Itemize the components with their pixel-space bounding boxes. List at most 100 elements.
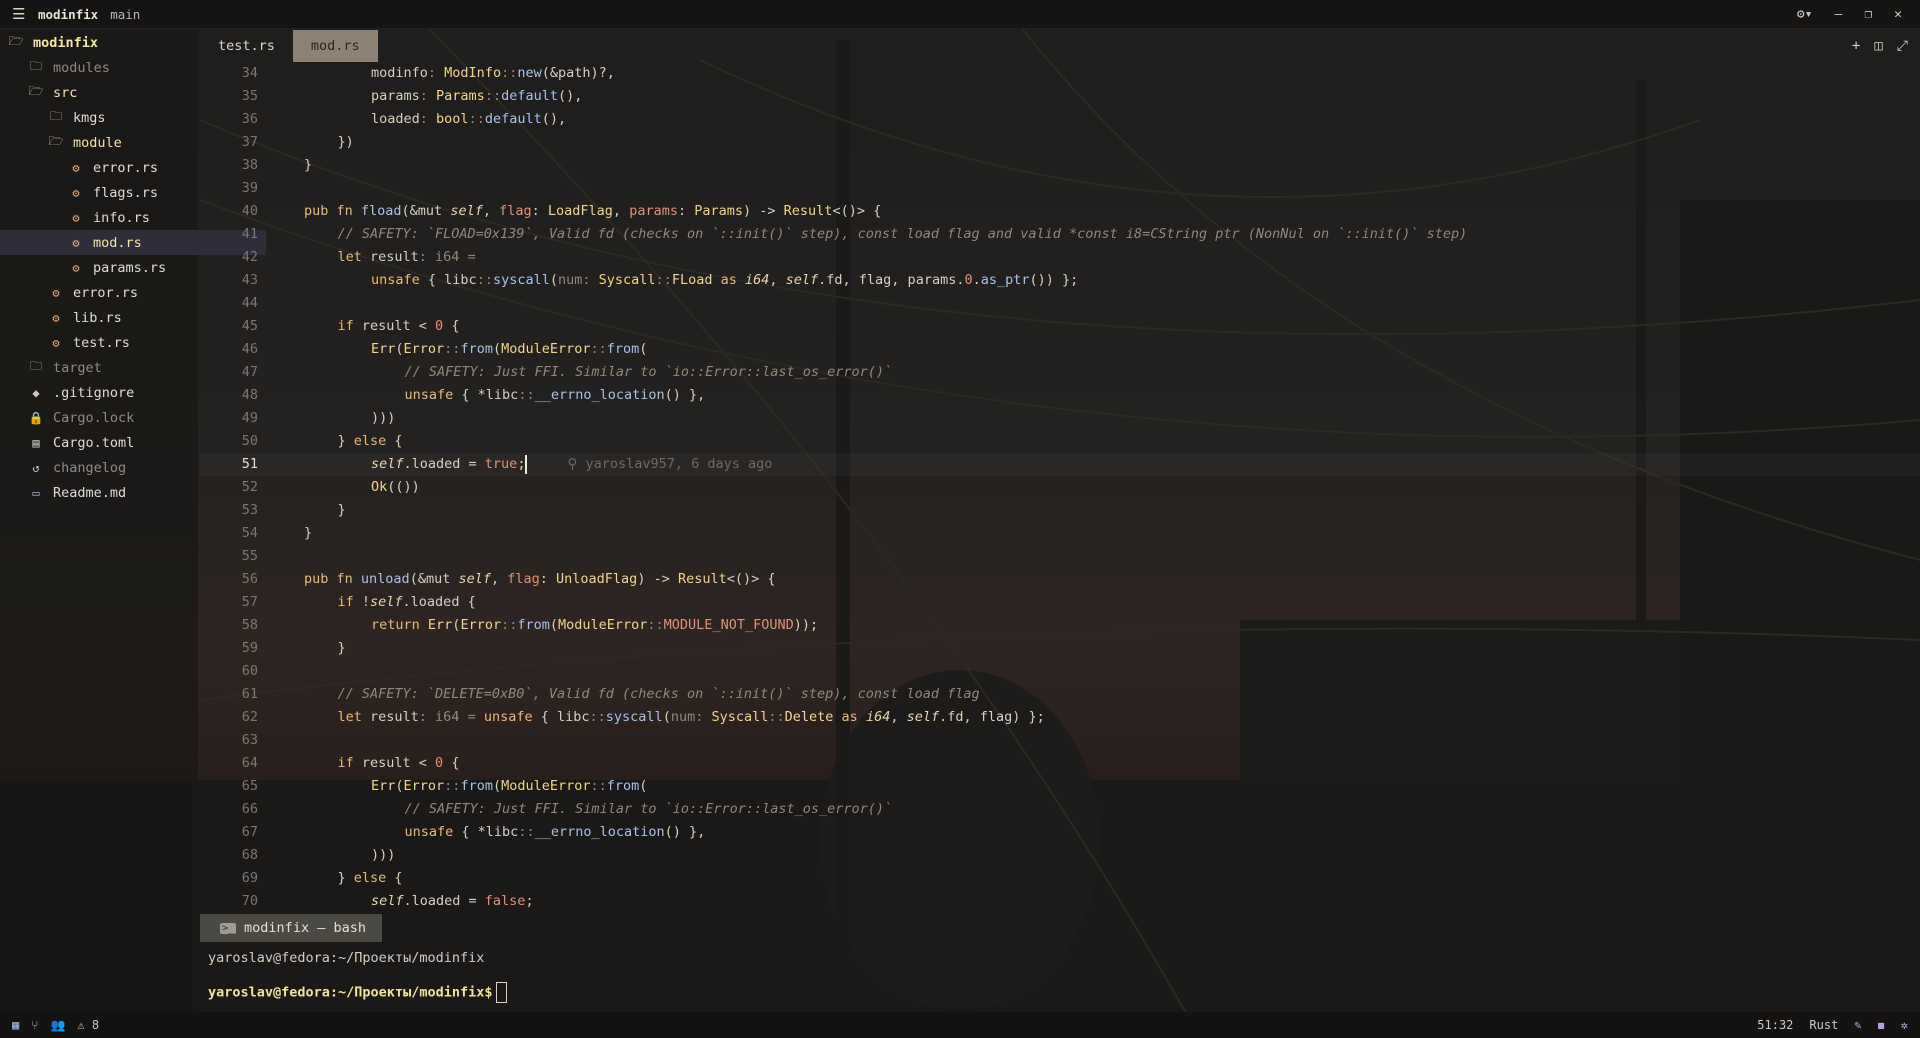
code-token: :: xyxy=(518,824,535,840)
line-number: 42 xyxy=(241,249,258,265)
code-line[interactable]: 62 let result: i64 = unsafe { libc::sysca… xyxy=(200,706,1920,729)
code-line[interactable]: 59} xyxy=(200,637,1920,660)
tree-item-gitignore[interactable]: ◆ .gitignore xyxy=(0,380,226,405)
tree-item-label: test.rs xyxy=(73,334,130,351)
code-line[interactable]: 44 xyxy=(200,292,1920,315)
git-branch-icon[interactable]: ⑂ xyxy=(31,1018,38,1032)
code-line[interactable]: 45 if result < 0 { xyxy=(200,315,1920,338)
code-line[interactable]: 49))) xyxy=(200,407,1920,430)
code-text: modinfo: ModInfo::new(&path)?, xyxy=(371,62,615,85)
code-line[interactable]: 40 pub fn fload(&mut self, flag: LoadFlag… xyxy=(200,200,1920,223)
code-line[interactable]: 36 loaded: bool::default(), xyxy=(200,108,1920,131)
tree-item-readme-md[interactable]: ▭ Readme.md xyxy=(0,480,226,505)
code-token: Params xyxy=(694,203,744,219)
code-token: from xyxy=(460,778,493,794)
line-number: 68 xyxy=(241,847,258,863)
code-line[interactable]: 65 Err(Error::from(ModuleError::from( xyxy=(200,775,1920,798)
code-line[interactable]: 55 xyxy=(200,545,1920,568)
code-line[interactable]: 38} xyxy=(200,154,1920,177)
code-line[interactable]: 68))) xyxy=(200,844,1920,867)
tree-item-modinfix[interactable]: 🗁 modinfix xyxy=(0,30,206,55)
code-line[interactable]: 46 Err(Error::from(ModuleError::from( xyxy=(200,338,1920,361)
settings-gear-icon[interactable]: ⚙▾ xyxy=(1797,7,1813,22)
tab-mod-rs[interactable]: mod.rs xyxy=(292,30,378,62)
tree-item-modules[interactable]: 🗀 modules xyxy=(0,55,226,80)
code-token: :: xyxy=(590,778,607,794)
code-text: } else { xyxy=(338,430,403,453)
terminal-prompt-line[interactable]: yaroslav@fedora:~/Проекты/modinfix$ xyxy=(208,982,508,1003)
language-selector[interactable]: Rust xyxy=(1809,1018,1838,1032)
code-line[interactable]: 53} xyxy=(200,499,1920,522)
close-icon[interactable]: ✕ xyxy=(1894,7,1902,22)
code-line[interactable]: 66 // SAFETY: Just FFI. Similar to `io::E… xyxy=(200,798,1920,821)
code-token: () }, xyxy=(664,387,706,403)
code-line[interactable]: 57 if !self.loaded { xyxy=(200,591,1920,614)
code-line[interactable]: 51 self.loaded = true; ⚲ yaroslav957, 6 da… xyxy=(200,453,1920,476)
code-line[interactable]: 64 if result < 0 { xyxy=(200,752,1920,775)
hamburger-menu-icon[interactable]: ☰ xyxy=(12,5,30,23)
code-line[interactable]: 34 modinfo: ModInfo::new(&path)?, xyxy=(200,62,1920,85)
tree-item-target[interactable]: 🗀 target xyxy=(0,355,226,380)
code-token: loaded xyxy=(371,111,420,127)
split-pane-icon[interactable]: ◫ xyxy=(1874,38,1882,54)
code-line[interactable]: 52 Ok(()) xyxy=(200,476,1920,499)
code-token: :: xyxy=(468,111,485,127)
terminal-panel[interactable]: yaroslav@fedora:~/Проекты/modinfix yaros… xyxy=(200,942,1920,1016)
diagnostics-button[interactable]: ⚠ 8 xyxy=(77,1018,99,1032)
code-token: result xyxy=(370,249,419,265)
code-token: // SAFETY: Just FFI. Similar to `io::Err… xyxy=(404,364,893,380)
tree-item-src[interactable]: 🗁 src xyxy=(0,80,226,105)
code-line[interactable]: 39 xyxy=(200,177,1920,200)
tree-item-label: Readme.md xyxy=(53,484,127,501)
collab-users-icon[interactable]: 👥 xyxy=(50,1018,65,1032)
code-line[interactable]: 35 params: Params::default(), xyxy=(200,85,1920,108)
branch-name[interactable]: main xyxy=(110,7,140,22)
code-line[interactable]: 47 // SAFETY: Just FFI. Similar to `io::E… xyxy=(200,361,1920,384)
code-token: // SAFETY: `DELETE=0xB0`, Valid fd (chec… xyxy=(337,686,980,702)
code-line[interactable]: 48 unsafe { *libc::__errno_location() }, xyxy=(200,384,1920,407)
code-line[interactable]: 50} else { xyxy=(200,430,1920,453)
code-line[interactable]: 67 unsafe { *libc::__errno_location() }, xyxy=(200,821,1920,844)
maximize-pane-icon[interactable]: ⤢ xyxy=(1897,38,1908,54)
terminal-tab[interactable]: >_ modinfix — bash xyxy=(200,914,382,942)
code-line[interactable]: 37}) xyxy=(200,131,1920,154)
tree-item-cargo-lock[interactable]: 🔒 Cargo.lock xyxy=(0,405,226,430)
notifications-icon[interactable]: ◼ xyxy=(1878,1018,1885,1032)
code-line[interactable]: 41 // SAFETY: `FLOAD=0x139`, Valid fd (ch… xyxy=(200,223,1920,246)
code-token: <()> { xyxy=(832,203,882,219)
code-line[interactable]: 69} else { xyxy=(200,867,1920,890)
line-number: 38 xyxy=(241,157,258,173)
code-line[interactable]: 42 let result: i64 = xyxy=(200,246,1920,269)
tab-test-rs[interactable]: test.rs xyxy=(200,30,293,62)
commit-icon: ⚲ xyxy=(567,456,586,472)
project-name[interactable]: modinfix xyxy=(38,7,98,22)
extensions-icon[interactable]: ✲ xyxy=(1901,1018,1908,1032)
code-line[interactable]: 60 xyxy=(200,660,1920,683)
git-blame-annotation[interactable]: ⚲ yaroslav957, 6 days ago xyxy=(567,456,772,472)
code-line[interactable]: 58 return Err(Error::from(ModuleError::MO… xyxy=(200,614,1920,637)
minimize-icon[interactable]: – xyxy=(1835,7,1843,22)
code-line[interactable]: 61 // SAFETY: `DELETE=0xB0`, Valid fd (ch… xyxy=(200,683,1920,706)
tree-item-cargo-toml[interactable]: ▤ Cargo.toml xyxy=(0,430,226,455)
code-line[interactable]: 54} xyxy=(200,522,1920,545)
folder-icon: 🗀 xyxy=(49,109,62,123)
code-token: : xyxy=(419,111,437,127)
tree-item-label: module xyxy=(73,134,122,151)
terminal-icon: >_ xyxy=(220,922,237,934)
code-line[interactable]: 70 self.loaded = false; xyxy=(200,890,1920,913)
code-token: , xyxy=(769,272,786,288)
warning-icon: ⚠ xyxy=(77,1018,85,1032)
code-text: // SAFETY: `FLOAD=0x139`, Valid fd (chec… xyxy=(338,223,1468,246)
code-line[interactable]: 56 pub fn unload(&mut self, flag: UnloadF… xyxy=(200,568,1920,591)
code-line[interactable]: 43 unsafe { libc::syscall(num: Syscall::F… xyxy=(200,269,1920,292)
cursor-position[interactable]: 51:32 xyxy=(1757,1018,1793,1032)
code-token: as xyxy=(841,709,866,725)
tree-item-label: .gitignore xyxy=(53,384,135,401)
new-tab-plus-icon[interactable]: + xyxy=(1852,38,1860,54)
panel-toggle-icon[interactable]: ▦ xyxy=(12,1018,19,1032)
restore-icon[interactable]: ❐ xyxy=(1864,7,1872,22)
code-line[interactable]: 63 xyxy=(200,729,1920,752)
code-editor[interactable]: 34 modinfo: ModInfo::new(&path)?, 35 params… xyxy=(200,62,1920,914)
tree-item-changelog[interactable]: ↺ changelog xyxy=(0,455,226,480)
assistant-icon[interactable]: ✎ xyxy=(1854,1018,1861,1032)
